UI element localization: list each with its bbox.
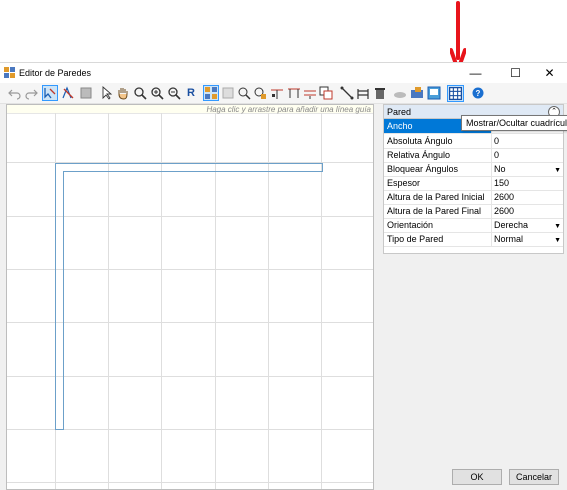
zoom-in-icon[interactable]	[150, 86, 164, 100]
grid-line	[7, 482, 373, 483]
zoom-out-icon[interactable]	[167, 86, 181, 100]
wall-outer-left[interactable]	[55, 163, 56, 430]
properties-header-label: Pared	[387, 107, 412, 117]
prop-label: Bloquear Ángulos	[387, 164, 459, 174]
prop-label: Relativa Ángulo	[387, 150, 451, 160]
prop-value: Normal	[494, 234, 524, 244]
prop-label: Altura de la Pared Final	[387, 206, 482, 216]
grid-line	[268, 113, 269, 489]
wall-tool-2-icon[interactable]	[221, 86, 235, 100]
guide-hint-text: Haga clic y arrastre para añadir una lín…	[206, 105, 371, 114]
image-icon[interactable]	[427, 86, 441, 100]
maximize-button[interactable]: ☐	[497, 63, 534, 83]
wall-inner-top[interactable]	[63, 171, 323, 172]
prop-value: No	[494, 164, 506, 174]
toolbar: R ?	[0, 83, 567, 104]
folder-icon[interactable]	[410, 86, 424, 100]
zoom-window-icon[interactable]	[133, 86, 147, 100]
measure-icon[interactable]	[340, 86, 354, 100]
wall-top-end[interactable]	[322, 163, 323, 171]
close-button[interactable]: ✕	[531, 63, 567, 83]
prop-label: Altura de la Pared Inicial	[387, 192, 485, 202]
ok-button[interactable]: OK	[452, 469, 502, 485]
rotate-icon[interactable]	[237, 86, 251, 100]
prop-label: Orientación	[387, 220, 434, 230]
prop-row-absoluta-angulo[interactable]: Absoluta Ángulo 0	[384, 134, 563, 149]
split-icon[interactable]	[270, 86, 284, 100]
grid-line	[161, 113, 162, 489]
prop-label: Espesor	[387, 178, 421, 188]
grid-line	[108, 113, 109, 489]
prop-row-tipo-de-pared[interactable]: Tipo de Pared Normal ▼	[384, 232, 563, 247]
select-all-icon[interactable]	[253, 86, 267, 100]
minimize-button[interactable]: —	[457, 63, 494, 83]
prop-value: Derecha	[494, 220, 529, 230]
undo-icon[interactable]	[8, 86, 22, 100]
guide-ruler[interactable]: Haga clic y arrastre para añadir una lín…	[7, 105, 373, 114]
prop-value[interactable]: 0	[491, 148, 563, 162]
prop-dropdown[interactable]: No ▼	[491, 162, 563, 176]
title-bar: Editor de Paredes — ☐ ✕	[0, 63, 567, 83]
cloud-icon[interactable]	[393, 86, 407, 100]
drawing-canvas[interactable]: Haga clic y arrastre para añadir una lín…	[6, 104, 374, 490]
wall-bottom-end[interactable]	[55, 429, 64, 430]
help-icon[interactable]: ?	[471, 86, 485, 100]
prop-value[interactable]: 2600	[491, 204, 563, 218]
copy-icon[interactable]	[319, 86, 333, 100]
chevron-down-icon[interactable]: ▼	[554, 234, 561, 248]
prop-row-bloquear-angulos[interactable]: Bloquear Ángulos No ▼	[384, 162, 563, 177]
prop-dropdown[interactable]: Derecha ▼	[491, 218, 563, 232]
prop-value[interactable]: 0	[491, 134, 563, 148]
cancel-button[interactable]: Cancelar	[509, 469, 559, 485]
prop-row-relativa-angulo[interactable]: Relativa Ángulo 0	[384, 148, 563, 163]
offset-icon[interactable]	[303, 86, 317, 100]
grid-line	[215, 113, 216, 489]
block-icon[interactable]	[79, 86, 93, 100]
prop-row-altura-final[interactable]: Altura de la Pared Final 2600	[384, 204, 563, 219]
prop-dropdown[interactable]: Normal ▼	[491, 232, 563, 246]
prop-value[interactable]: 150	[491, 176, 563, 190]
select-wall-icon[interactable]	[42, 85, 58, 101]
wall-editor-window: Editor de Paredes — ☐ ✕ R ? Haga clic y …	[0, 62, 567, 490]
svg-text:?: ?	[476, 89, 481, 98]
prop-label: Tipo de Pared	[387, 234, 444, 244]
trash-icon[interactable]	[373, 86, 387, 100]
grid-toggle-tooltip: Mostrar/Ocultar cuadrícula	[461, 115, 567, 131]
window-title: Editor de Paredes	[19, 68, 92, 78]
refresh-R-icon[interactable]: R	[184, 86, 198, 100]
wall-inner-left[interactable]	[63, 171, 64, 430]
prop-row-espesor[interactable]: Espesor 150	[384, 176, 563, 191]
join-icon[interactable]	[287, 86, 301, 100]
erase-icon[interactable]	[61, 86, 75, 100]
grid-toggle-icon[interactable]	[447, 85, 464, 102]
prop-value[interactable]: 2600	[491, 190, 563, 204]
prop-label: Ancho	[387, 121, 413, 131]
prop-row-altura-inicial[interactable]: Altura de la Pared Inicial 2600	[384, 190, 563, 205]
redo-icon[interactable]	[24, 86, 38, 100]
prop-label: Absoluta Ángulo	[387, 136, 453, 146]
pointer-icon[interactable]	[100, 86, 114, 100]
wall-outer-top[interactable]	[55, 163, 323, 164]
app-icon	[4, 67, 15, 78]
fence-icon[interactable]	[356, 86, 370, 100]
hand-icon[interactable]	[116, 86, 130, 100]
wall-tool-icon[interactable]	[203, 85, 219, 101]
prop-row-orientacion[interactable]: Orientación Derecha ▼	[384, 218, 563, 233]
